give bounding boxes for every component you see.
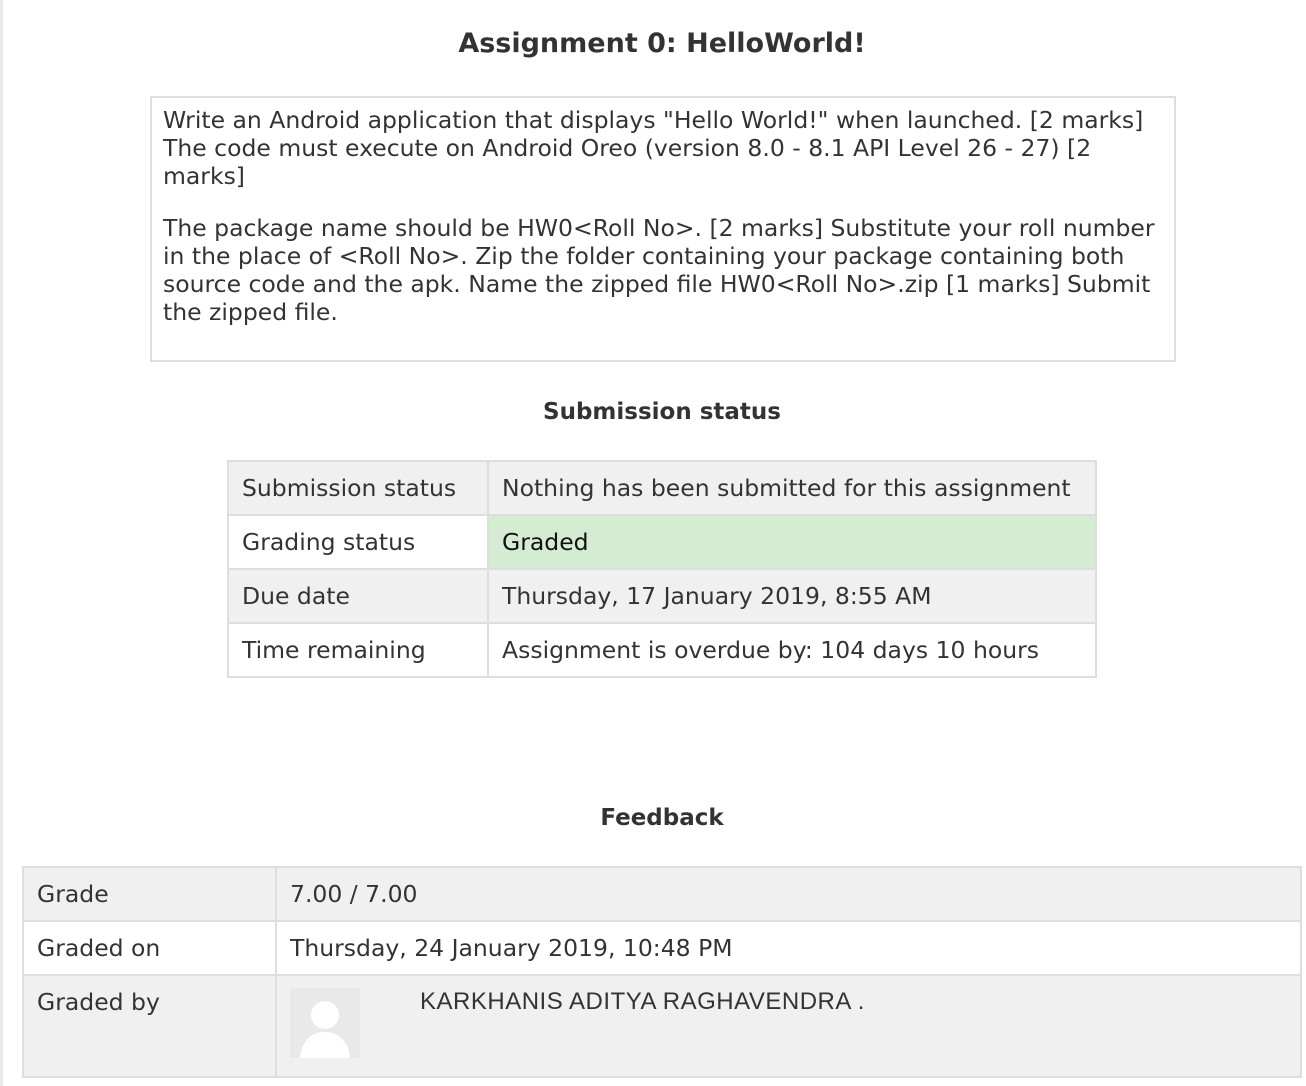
table-row: Graded by KARKHANIS ADITYA RAGHAVENDRA . — [22, 974, 1302, 1078]
time-remaining-value: Assignment is overdue by: 104 days 10 ho… — [487, 622, 1097, 678]
grader-info: KARKHANIS ADITYA RAGHAVENDRA . — [290, 988, 1287, 1068]
default-user-avatar-icon[interactable] — [290, 988, 360, 1058]
submission-status-value: Nothing has been submitted for this assi… — [487, 460, 1097, 516]
grader-name[interactable]: KARKHANIS ADITYA RAGHAVENDRA . — [420, 988, 865, 1016]
grade-label: Grade — [22, 866, 277, 922]
submission-status-table: Submission status Nothing has been submi… — [227, 460, 1097, 678]
table-row: Grade 7.00 / 7.00 — [22, 866, 1302, 922]
grading-status-label: Grading status — [227, 514, 489, 570]
due-date-label: Due date — [227, 568, 489, 624]
table-row: Submission status Nothing has been submi… — [227, 460, 1097, 516]
due-date-value: Thursday, 17 January 2019, 8:55 AM — [487, 568, 1097, 624]
table-row: Graded on Thursday, 24 January 2019, 10:… — [22, 920, 1302, 976]
graded-on-label: Graded on — [22, 920, 277, 976]
intro-paragraph-2: The package name should be HW0<Roll No>.… — [163, 214, 1155, 326]
left-border — [0, 0, 3, 1086]
grading-status-value: Graded — [487, 514, 1097, 570]
graded-by-value: KARKHANIS ADITYA RAGHAVENDRA . — [275, 974, 1302, 1078]
grade-value: 7.00 / 7.00 — [275, 866, 1302, 922]
time-remaining-label: Time remaining — [227, 622, 489, 678]
table-row: Grading status Graded — [227, 514, 1097, 570]
table-row: Time remaining Assignment is overdue by:… — [227, 622, 1097, 678]
submission-status-heading: Submission status — [543, 399, 781, 425]
page-title: Assignment 0: HelloWorld! — [458, 28, 866, 59]
intro-paragraph-1: Write an Android application that displa… — [163, 106, 1144, 190]
assignment-intro: Write an Android application that displa… — [150, 96, 1176, 362]
graded-by-label: Graded by — [22, 974, 277, 1078]
feedback-table: Grade 7.00 / 7.00 Graded on Thursday, 24… — [22, 866, 1302, 1078]
graded-on-value: Thursday, 24 January 2019, 10:48 PM — [275, 920, 1302, 976]
table-row: Due date Thursday, 17 January 2019, 8:55… — [227, 568, 1097, 624]
feedback-heading: Feedback — [600, 805, 724, 831]
submission-status-label: Submission status — [227, 460, 489, 516]
